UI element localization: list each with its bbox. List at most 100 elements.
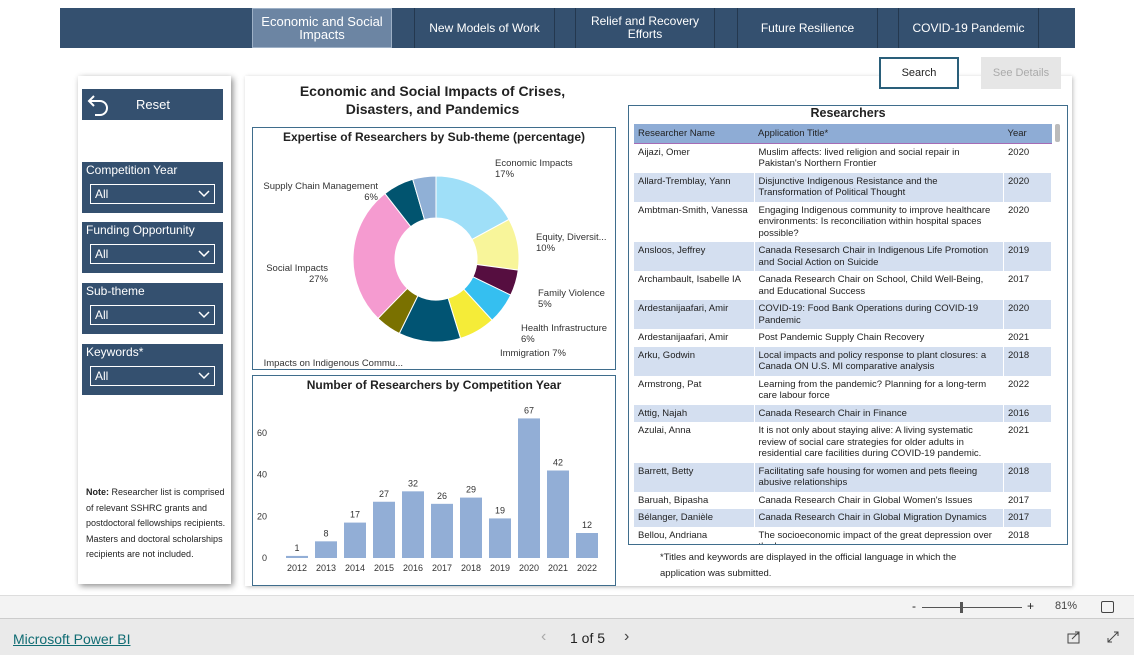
slice-name: Social Impacts: [266, 263, 328, 274]
zoom-in-button[interactable]: +: [1027, 599, 1034, 613]
search-button[interactable]: Search: [879, 57, 959, 89]
slice-label: Supply Chain Management 6%: [263, 181, 378, 203]
column-header-name[interactable]: Researcher Name: [634, 124, 754, 144]
bar-data-label: 1: [294, 543, 299, 553]
next-page-icon[interactable]: ›: [624, 628, 629, 646]
fullscreen-icon[interactable]: [1106, 630, 1120, 644]
table-row[interactable]: Arku, Godwin Local impacts and policy res…: [634, 346, 1052, 376]
table-row[interactable]: Azulai, Anna It is not only about staying…: [634, 422, 1052, 463]
keywords-dropdown[interactable]: All: [90, 366, 215, 386]
bar[interactable]: [489, 518, 511, 558]
table-row[interactable]: Ansloos, Jeffrey Canada Resesarch Chair i…: [634, 242, 1052, 271]
table-row[interactable]: Ardestanijaafari, Amir COVID-19: Food Ban…: [634, 300, 1052, 329]
researchers-table-scroll[interactable]: Researcher Name Application Title* Year …: [634, 124, 1052, 544]
table-row[interactable]: Ardestanijaafari, Amir Post Pandemic Supp…: [634, 329, 1052, 347]
bar[interactable]: [286, 555, 308, 558]
application-title-cell: Canada Resesarch Chair in Indigenous Lif…: [754, 242, 1004, 271]
bar-data-label: 42: [553, 458, 563, 468]
application-title-cell: Canada Research Chair in Global Women's …: [754, 491, 1004, 509]
see-details-button[interactable]: See Details: [981, 57, 1061, 89]
tab-economic-social-impacts[interactable]: Economic and Social Impacts: [252, 8, 392, 48]
bar-data-label: 32: [408, 478, 418, 488]
year-cell: 2018: [1003, 346, 1052, 376]
zoom-bar: - + 81%: [0, 595, 1134, 619]
slice-label: Economic Impacts 17%: [495, 158, 573, 180]
table-row[interactable]: Armstrong, Pat Learning from the pandemic…: [634, 375, 1052, 405]
application-title-cell: COVID-19: Food Bank Operations during CO…: [754, 300, 1004, 329]
bar[interactable]: [576, 533, 598, 558]
table-row[interactable]: Attig, Najah Canada Research Chair in Fin…: [634, 404, 1052, 422]
bar[interactable]: [518, 418, 540, 558]
competition-year-dropdown[interactable]: All: [90, 184, 215, 204]
researcher-name-cell: Archambault, Isabelle IA: [634, 271, 755, 300]
slice-label: Impacts on Indigenous Commu...12%: [264, 358, 404, 368]
bar[interactable]: [373, 501, 395, 558]
table-row[interactable]: Barrett, Betty Facilitating safe housing …: [634, 462, 1052, 492]
tab-new-models-of-work[interactable]: New Models of Work: [414, 8, 555, 48]
table-scrollbar[interactable]: [1055, 124, 1060, 142]
table-row[interactable]: Ambtman-Smith, Vanessa Engaging Indigenou…: [634, 201, 1052, 242]
zoom-slider[interactable]: [922, 607, 1022, 608]
year-cell: 2020: [1003, 172, 1052, 202]
year-cell: 2022: [1003, 375, 1052, 405]
zoom-out-button[interactable]: -: [912, 599, 916, 613]
table-row[interactable]: Aijazi, Omer Muslim affects: lived religi…: [634, 143, 1052, 173]
note-text: Note: Researcher list is comprised of re…: [86, 485, 226, 563]
power-bi-link[interactable]: Microsoft Power BI: [13, 631, 130, 647]
table-row[interactable]: Bélanger, Danièle Canada Research Chair i…: [634, 509, 1052, 527]
dropdown-value: All: [95, 187, 109, 201]
table-row[interactable]: Allard-Tremblay, Yann Disjunctive Indigen…: [634, 172, 1052, 202]
application-title-cell: Engaging Indigenous community to improve…: [754, 201, 1004, 242]
year-cell: 2018: [1003, 526, 1052, 544]
bar-chart: 0 20 40 60 1 2012 8 2013 17 2014 27 2015 32 2016 26 201…: [257, 405, 598, 573]
column-header-title[interactable]: Application Title*: [754, 124, 1004, 144]
fit-to-page-icon[interactable]: [1101, 601, 1114, 613]
application-title-cell: Learning from the pandemic? Planning for…: [754, 375, 1004, 405]
application-title-cell: Disjunctive Indigenous Resistance and th…: [754, 172, 1004, 202]
bar[interactable]: [547, 470, 569, 559]
slice-name: Economic Impacts: [495, 158, 573, 169]
tab-future-resilience[interactable]: Future Resilience: [737, 8, 878, 48]
year-cell: 2020: [1003, 143, 1052, 173]
bar[interactable]: [315, 541, 337, 558]
zoom-slider-handle[interactable]: [960, 602, 963, 613]
slice-percent: 5%: [538, 299, 552, 310]
tab-relief-recovery[interactable]: Relief and Recovery Efforts: [575, 8, 715, 48]
table-row[interactable]: Baruah, Bipasha Canada Research Chair in …: [634, 491, 1052, 509]
researcher-name-cell: Armstrong, Pat: [634, 375, 755, 405]
bar-data-label: 12: [582, 520, 592, 530]
application-title-cell: Canada Research Chair on School, Child W…: [754, 271, 1004, 300]
bar[interactable]: [402, 491, 424, 558]
previous-page-icon[interactable]: ‹: [541, 628, 546, 646]
sub-theme-dropdown[interactable]: All: [90, 305, 215, 325]
table-row[interactable]: Archambault, Isabelle IA Canada Research …: [634, 271, 1052, 300]
bar[interactable]: [460, 497, 482, 558]
slice-percent: 10%: [536, 243, 556, 254]
share-icon[interactable]: [1067, 630, 1081, 644]
year-cell: 2017: [1003, 271, 1052, 300]
chevron-down-icon: [198, 250, 210, 258]
bar-data-label: 8: [323, 528, 328, 538]
researcher-name-cell: Allard-Tremblay, Yann: [634, 172, 755, 202]
x-tick-label: 2016: [403, 563, 423, 573]
x-tick-label: 2012: [287, 563, 307, 573]
reset-button[interactable]: Reset: [82, 89, 223, 120]
researcher-name-cell: Bélanger, Danièle: [634, 509, 755, 527]
footer-bar: Microsoft Power BI ‹ 1 of 5 ›: [0, 619, 1134, 655]
filter-funding-opportunity: Funding Opportunity All: [82, 222, 223, 273]
bar[interactable]: [431, 503, 453, 558]
funding-opportunity-dropdown[interactable]: All: [90, 244, 215, 264]
slice-percent: 6%: [364, 192, 378, 203]
slice-label: Immigration 7%: [500, 348, 567, 359]
year-cell: 2021: [1003, 422, 1052, 463]
note-body: Researcher list is comprised of relevant…: [86, 487, 226, 559]
table-row[interactable]: Bellou, Andriana The socioeconomic impact…: [634, 526, 1052, 544]
filter-label: Competition Year: [86, 163, 178, 177]
column-header-year[interactable]: Year: [1003, 124, 1052, 144]
x-tick-label: 2014: [345, 563, 365, 573]
tab-covid-19[interactable]: COVID-19 Pandemic: [898, 8, 1039, 48]
filter-panel: Reset Competition Year All Funding Oppor…: [78, 76, 231, 584]
year-cell: 2017: [1003, 509, 1052, 527]
year-cell: 2016: [1003, 404, 1052, 422]
bar[interactable]: [344, 522, 366, 558]
